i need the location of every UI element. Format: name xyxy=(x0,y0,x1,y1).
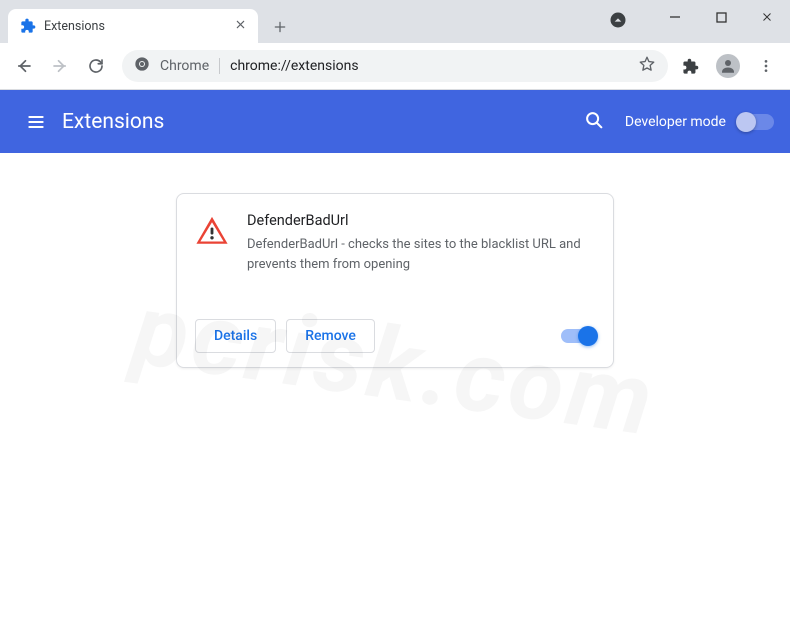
reload-button[interactable] xyxy=(80,50,112,82)
warning-triangle-icon xyxy=(195,212,231,305)
developer-mode-toggle[interactable] xyxy=(738,114,774,130)
search-icon[interactable] xyxy=(583,109,605,135)
details-button[interactable]: Details xyxy=(195,319,276,353)
omnibox-divider xyxy=(219,58,220,74)
window-controls xyxy=(652,0,790,34)
media-control-icon[interactable] xyxy=(606,8,630,32)
extension-description: DefenderBadUrl - checks the sites to the… xyxy=(247,235,587,274)
hamburger-menu-icon[interactable] xyxy=(16,102,56,142)
kebab-menu-icon[interactable] xyxy=(750,50,782,82)
new-tab-button[interactable] xyxy=(266,13,294,41)
nav-forward-button xyxy=(44,50,76,82)
browser-toolbar: Chrome chrome://extensions xyxy=(0,43,790,90)
omnibox[interactable]: Chrome chrome://extensions xyxy=(122,50,668,82)
extensions-header: Extensions Developer mode xyxy=(0,90,790,153)
browser-tab[interactable]: Extensions xyxy=(8,9,258,43)
profile-avatar[interactable] xyxy=(712,50,744,82)
window-titlebar: Extensions xyxy=(0,0,790,43)
nav-back-button[interactable] xyxy=(8,50,40,82)
extension-card: DefenderBadUrl DefenderBadUrl - checks t… xyxy=(176,193,614,368)
chrome-logo-icon xyxy=(134,56,150,76)
tab-close-icon[interactable] xyxy=(233,16,248,36)
extension-enabled-toggle[interactable] xyxy=(561,329,595,343)
omnibox-origin-label: Chrome xyxy=(160,58,209,74)
extension-name: DefenderBadUrl xyxy=(247,212,587,229)
maximize-button[interactable] xyxy=(698,0,744,34)
bookmark-star-icon[interactable] xyxy=(638,55,656,78)
page-title: Extensions xyxy=(62,110,583,134)
extension-puzzle-icon xyxy=(20,18,36,34)
omnibox-url: chrome://extensions xyxy=(230,58,358,74)
close-window-button[interactable] xyxy=(744,0,790,34)
extensions-puzzle-icon[interactable] xyxy=(674,50,706,82)
extensions-content: DefenderBadUrl DefenderBadUrl - checks t… xyxy=(0,153,790,577)
remove-button[interactable]: Remove xyxy=(286,319,375,353)
minimize-button[interactable] xyxy=(652,0,698,34)
developer-mode-label: Developer mode xyxy=(625,114,726,130)
tab-title: Extensions xyxy=(44,19,233,34)
